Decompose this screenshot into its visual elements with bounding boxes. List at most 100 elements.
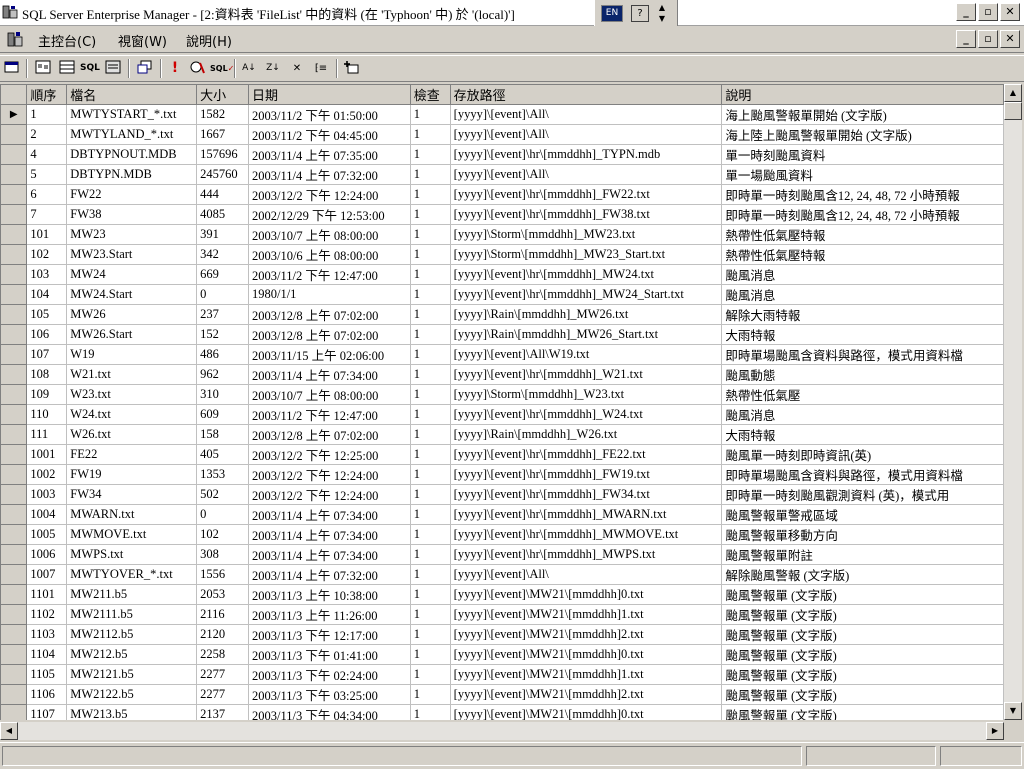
cell-filename[interactable]: W24.txt [66, 404, 198, 425]
column-header-check[interactable]: 檢查 [410, 85, 451, 105]
table-row[interactable]: 1004 MWARN.txt 0 2003/11/4 上午 07:34:00 1 [yyy… [1, 504, 1004, 525]
show-sql-pane-icon[interactable]: SQL [80, 60, 100, 77]
sort-descending-icon[interactable]: Z↓ [264, 60, 282, 77]
cell-path[interactable]: [yyyy]\[event]\MW21\[mmddhh]0.txt [450, 704, 723, 720]
ime-help-icon[interactable]: ? [631, 5, 649, 22]
cell-date[interactable]: 2003/11/3 下午 12:17:00 [248, 624, 411, 645]
cell-date[interactable]: 1980/1/1 [248, 284, 411, 305]
cell-size[interactable]: 2053 [196, 584, 249, 605]
cell-size[interactable]: 342 [196, 244, 249, 265]
cell-filename[interactable]: MW26.Start [66, 324, 198, 345]
cell-size[interactable]: 391 [196, 224, 249, 245]
table-row[interactable]: 109 W23.txt 310 2003/10/7 上午 08:00:00 1 [yyyy… [1, 384, 1004, 405]
cell-check[interactable]: 1 [410, 144, 451, 165]
table-row[interactable]: 106 MW26.Start 152 2003/12/8 上午 07:02:00 1 [y… [1, 324, 1004, 345]
cell-description[interactable]: 颱風警報單警戒區域 [721, 504, 1004, 525]
table-row[interactable]: 101 MW23 391 2003/10/7 上午 08:00:00 1 [yyyy]\S… [1, 224, 1004, 245]
cell-size[interactable]: 962 [196, 364, 249, 385]
cell-path[interactable]: [yyyy]\Storm\[mmddhh]_MW23.txt [450, 224, 723, 245]
cell-size[interactable]: 310 [196, 384, 249, 405]
table-row[interactable]: 1107 MW213.b5 2137 2003/11/3 下午 04:34:00 1 [y… [1, 704, 1004, 720]
cell-filename[interactable]: MW26 [66, 304, 198, 325]
row-selector[interactable] [1, 624, 28, 645]
cell-description[interactable]: 颱風警報單 (文字版) [721, 604, 1004, 625]
cell-order[interactable]: 1101 [26, 584, 68, 605]
cell-size[interactable]: 2258 [196, 644, 249, 665]
properties-icon[interactable] [3, 60, 21, 77]
change-query-type-icon[interactable] [136, 60, 154, 77]
table-row[interactable]: 105 MW26 237 2003/12/8 上午 07:02:00 1 [yyyy]\R… [1, 304, 1004, 325]
row-selector-header[interactable] [1, 85, 28, 105]
cell-size[interactable]: 2116 [196, 604, 249, 625]
cell-order[interactable]: 1003 [26, 484, 68, 505]
table-row[interactable]: 1002 FW19 1353 2003/12/2 下午 12:24:00 1 [yyyy]… [1, 464, 1004, 485]
vertical-scrollbar[interactable]: ▲ ▼ [1004, 84, 1022, 720]
row-selector[interactable] [1, 204, 28, 225]
cell-filename[interactable]: MW2112.b5 [66, 624, 198, 645]
cell-order[interactable]: 1002 [26, 464, 68, 485]
cell-order[interactable]: 1005 [26, 524, 68, 545]
cell-date[interactable]: 2003/11/4 上午 07:34:00 [248, 364, 411, 385]
row-selector[interactable] [1, 584, 28, 605]
cell-path[interactable]: [yyyy]\Rain\[mmddhh]_MW26.txt [450, 304, 723, 325]
cell-description[interactable]: 颱風警報單 (文字版) [721, 684, 1004, 705]
row-selector[interactable] [1, 524, 28, 545]
cell-path[interactable]: [yyyy]\[event]\hr\[mmddhh]_FE22.txt [450, 444, 723, 465]
cell-size[interactable]: 486 [196, 344, 249, 365]
table-row[interactable]: 5 DBTYPN.MDB 245760 2003/11/4 上午 07:32:00 1[… [1, 164, 1004, 185]
cell-size[interactable]: 158 [196, 424, 249, 445]
cell-filename[interactable]: DBTYPN.MDB [66, 164, 198, 185]
cell-description[interactable]: 颱風警報單移動方向 [721, 524, 1004, 545]
cell-check[interactable]: 1 [410, 644, 451, 665]
cancel-query-icon[interactable] [188, 60, 206, 77]
cell-check[interactable]: 1 [410, 564, 451, 585]
row-selector[interactable] [1, 644, 28, 665]
cell-path[interactable]: [yyyy]\[event]\hr\[mmddhh]_MWARN.txt [450, 504, 723, 525]
cell-check[interactable]: 1 [410, 584, 451, 605]
cell-date[interactable]: 2002/12/29 下午 12:53:00 [248, 204, 411, 225]
cell-path[interactable]: [yyyy]\[event]\hr\[mmddhh]_FW22.txt [450, 184, 723, 205]
cell-filename[interactable]: MW24 [66, 264, 198, 285]
cell-description[interactable]: 熱帶性低氣壓 [721, 384, 1004, 405]
verify-sql-icon[interactable]: SQL✓ [210, 60, 234, 77]
cell-check[interactable]: 1 [410, 404, 451, 425]
cell-path[interactable]: [yyyy]\[event]\hr\[mmddhh]_W21.txt [450, 364, 723, 385]
cell-check[interactable]: 1 [410, 324, 451, 345]
row-selector[interactable] [1, 344, 28, 365]
cell-date[interactable]: 2003/11/3 上午 11:26:00 [248, 604, 411, 625]
cell-filename[interactable]: MWTYLAND_*.txt [66, 124, 198, 145]
cell-order[interactable]: 1006 [26, 544, 68, 565]
app-minimize-button[interactable]: _ [956, 3, 976, 21]
cell-date[interactable]: 2003/12/8 上午 07:02:00 [248, 324, 411, 345]
row-selector[interactable] [1, 144, 28, 165]
row-selector[interactable] [1, 264, 28, 285]
cell-filename[interactable]: FE22 [66, 444, 198, 465]
cell-filename[interactable]: MWMOVE.txt [66, 524, 198, 545]
cell-description[interactable]: 海上陸上颱風警報單開始 (文字版) [721, 124, 1004, 145]
cell-path[interactable]: [yyyy]\[event]\MW21\[mmddhh]1.txt [450, 664, 723, 685]
cell-check[interactable]: 1 [410, 284, 451, 305]
cell-date[interactable]: 2003/11/4 上午 07:34:00 [248, 504, 411, 525]
cell-order[interactable]: 103 [26, 264, 68, 285]
cell-date[interactable]: 2003/12/2 下午 12:24:00 [248, 184, 411, 205]
cell-check[interactable]: 1 [410, 464, 451, 485]
column-header-path[interactable]: 存放路徑 [450, 85, 723, 105]
cell-order[interactable]: 1106 [26, 684, 68, 705]
cell-description[interactable]: 單一場颱風資料 [721, 164, 1004, 185]
show-diagram-pane-icon[interactable] [34, 60, 52, 77]
table-row[interactable]: 1104 MW212.b5 2258 2003/11/3 下午 01:41:00 1 [y… [1, 644, 1004, 665]
cell-size[interactable]: 2277 [196, 664, 249, 685]
cell-path[interactable]: [yyyy]\[event]\All\ [450, 104, 723, 125]
scroll-up-button[interactable]: ▲ [1004, 84, 1022, 102]
cell-check[interactable]: 1 [410, 504, 451, 525]
row-selector[interactable] [1, 504, 28, 525]
cell-filename[interactable]: W26.txt [66, 424, 198, 445]
cell-order[interactable]: 110 [26, 404, 68, 425]
cell-date[interactable]: 2003/12/8 上午 07:02:00 [248, 424, 411, 445]
cell-check[interactable]: 1 [410, 384, 451, 405]
row-selector[interactable] [1, 404, 28, 425]
cell-order[interactable]: 105 [26, 304, 68, 325]
cell-filename[interactable]: MW24.Start [66, 284, 198, 305]
cell-filename[interactable]: MW23.Start [66, 244, 198, 265]
cell-description[interactable]: 颱風警報單 (文字版) [721, 664, 1004, 685]
